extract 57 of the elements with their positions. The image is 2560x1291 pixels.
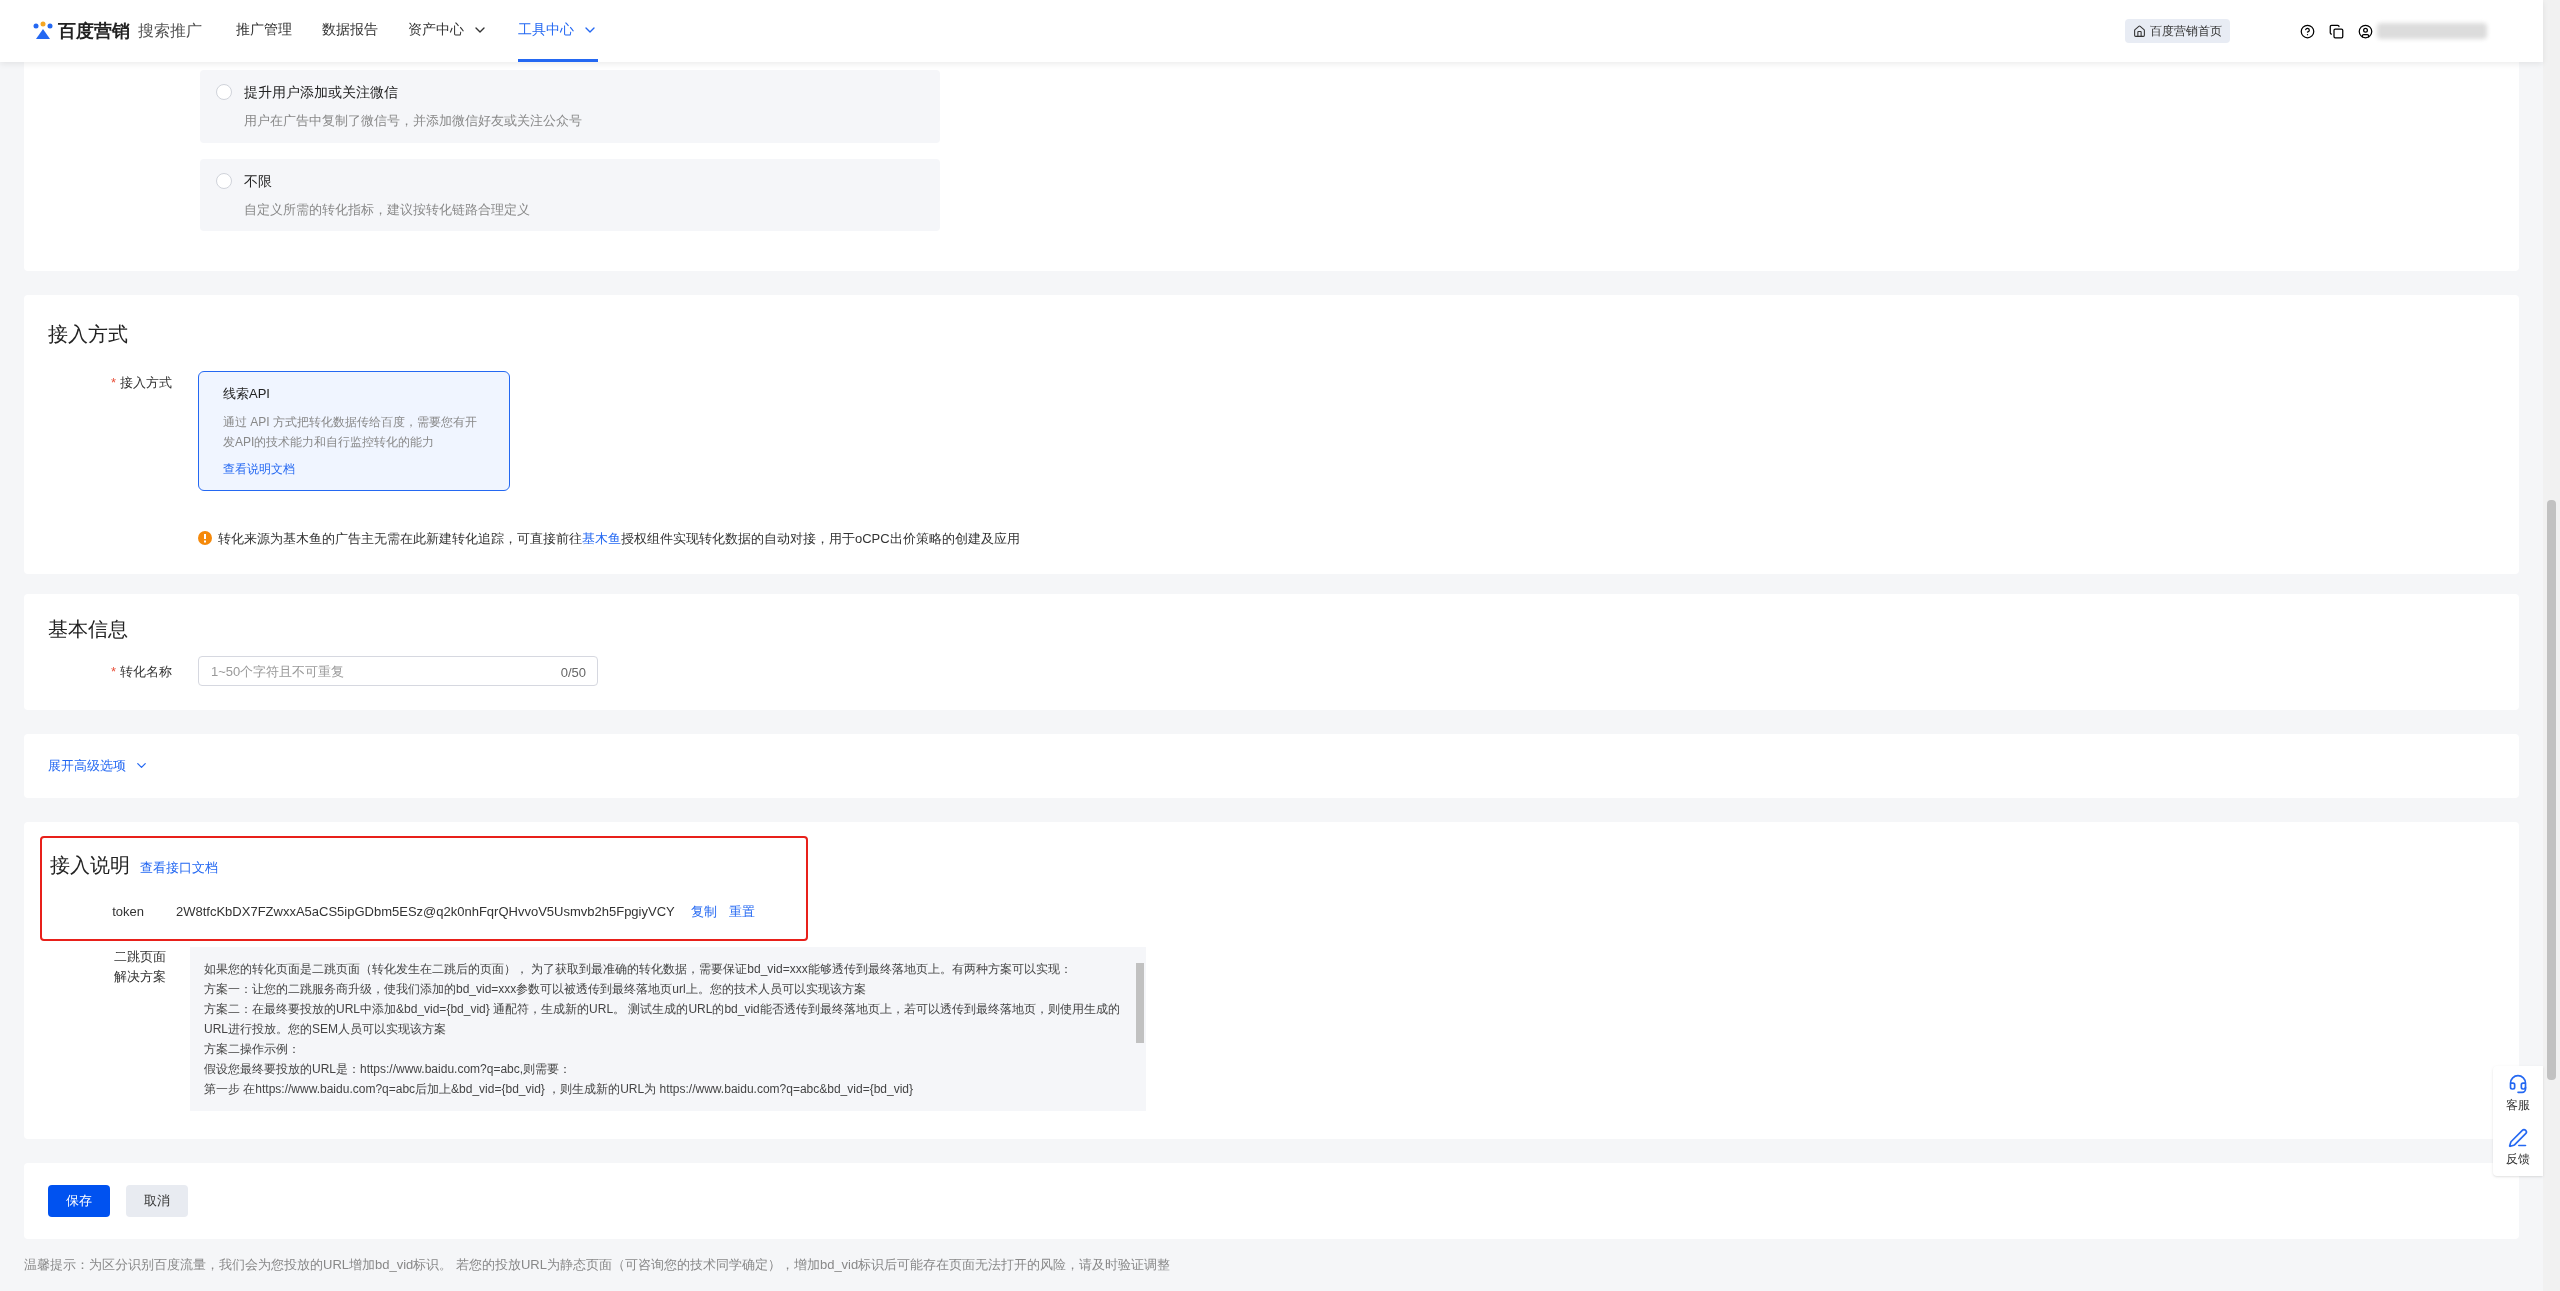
solution-text: 第一步 在https://www.baidu.com?q=abc后加上&bd_vid={bd_vid} ，则生成新的URL为 https://www.baidu.com?q=abc&bd_vid={bd_vid} xyxy=(204,1081,915,1098)
notice-text: 转化来源为基木鱼的广告主无需在此新建转化追踪，可直接前往基木鱼授权组件实现转化数据的自动对接，用于oCPC出价策略的创建及应用 xyxy=(218,529,1020,548)
brand-name: 百度营销 xyxy=(58,19,130,43)
save-button[interactable]: 保存 xyxy=(48,1185,110,1217)
nav-tab[interactable]: 推广管理 xyxy=(236,0,292,62)
field-label: 接入方式 xyxy=(120,374,172,392)
api-option-card[interactable]: 线索API 通过 API 方式把转化数据传给百度，需要您有开发API的技术能力和自行监控转化的能力 查看说明文档 xyxy=(198,371,510,491)
section-title: 接入说明 xyxy=(50,852,130,878)
solution-text: 如果您的转化页面是二跳页面（转化发生在二跳后的页面）， 为了获取到最准确的转化数据，需要保证bd_vid=xxx能够透传到最终落地页上。有两种方案可以实现： xyxy=(204,961,1073,978)
option-title: 不限 xyxy=(244,171,273,191)
docs-link[interactable]: 查看说明文档 xyxy=(223,459,485,478)
home-icon xyxy=(2133,24,2146,38)
product-name: 搜索推广 xyxy=(138,21,202,41)
radio-button[interactable] xyxy=(216,172,232,189)
section-title: 基本信息 xyxy=(48,617,129,642)
token-value: 2W8tfcKbDX7FZwxxA5aCS5ipGDbm5ESz@q2k0nhFqrQHvvoV5Usmvb2h5FpgiyVCY xyxy=(176,902,675,921)
option-description: 用户在广告中复制了微信号，并添加微信好友或关注公众号 xyxy=(244,112,582,130)
pen-icon xyxy=(2508,1128,2528,1148)
solution-text: 假设您最终要投放的URL是：https://www.baidu.com?q=abc,则需要： xyxy=(204,1061,573,1078)
api-docs-link[interactable]: 查看接口文档 xyxy=(140,858,218,878)
solution-text: 方案二操作示例： xyxy=(204,1041,301,1058)
expand-advanced-button[interactable]: 展开高级选项 xyxy=(48,756,149,776)
section-title: 接入方式 xyxy=(48,322,129,347)
solution-text: 方案一：让您的二跳服务商升级，使我们添加的bd_vid=xxx参数可以被透传到最终落地页url上。您的技术人员可以实现该方案 xyxy=(204,981,867,998)
headset-icon xyxy=(2508,1074,2528,1094)
goal-option[interactable]: 提升用户添加或关注微信 用户在广告中复制了微信号，并添加微信好友或关注公众号 xyxy=(200,70,940,143)
user-icon[interactable] xyxy=(2358,23,2373,39)
field-label: 二跳页面 xyxy=(114,948,166,966)
option-description: 通过 API 方式把转化数据传给百度，需要您有开发API的技术能力和自行监控转化的能力 xyxy=(223,413,478,451)
required-mark: * xyxy=(110,374,116,392)
float-button[interactable]: 反馈 xyxy=(2506,1128,2530,1168)
goal-option[interactable]: 不限 自定义所需的转化指标，建议按转化链路合理定义 xyxy=(200,158,940,231)
cancel-button[interactable]: 取消 xyxy=(126,1185,188,1217)
home-button[interactable]: 百度营销首页 xyxy=(2125,19,2230,43)
nav-tab[interactable]: 资产中心 xyxy=(408,0,488,62)
page-scrollbar[interactable] xyxy=(2543,0,2560,1291)
option-title: 提升用户添加或关注微信 xyxy=(244,83,399,102)
copy-icon[interactable] xyxy=(2329,23,2344,39)
option-description: 自定义所需的转化指标，建议按转化链路合理定义 xyxy=(244,200,530,219)
footer-note: 温馨提示：为区分识别百度流量，我们会为您投放的URL增加bd_vid标识。 若您的投放URL为静态页面（可咨询您的技术同学确定），增加bd_vid标识后可能存在页面无法打开的风险，请及时验证调整 xyxy=(24,1256,1172,1274)
jimuyu-link[interactable]: 基木鱼 xyxy=(582,530,621,546)
field-label: token xyxy=(112,902,144,921)
field-label: 转化名称 xyxy=(120,663,172,682)
option-title: 线索API xyxy=(223,385,271,403)
char-counter: 0/50 xyxy=(560,664,586,682)
solution-text-area[interactable] xyxy=(190,947,1146,1111)
reset-link[interactable]: 重置 xyxy=(728,901,755,921)
help-icon[interactable] xyxy=(2300,23,2315,39)
required-mark: * xyxy=(110,663,116,682)
radio-button[interactable] xyxy=(216,84,232,100)
float-button[interactable]: 客服 xyxy=(2506,1074,2530,1114)
copy-link[interactable]: 复制 xyxy=(690,901,717,921)
solution-text: 方案二：在最终要投放的URL中添加&bd_vid={bd_vid} 通配符，生成新的URL。 测试生成的URL的bd_vid能否透传到最终落地页上，若可以透传到最终落地页，则使用生成的URL进行投放。您的SEM人员可以实现该方案 xyxy=(204,1001,1120,1038)
logo-icon xyxy=(32,21,54,41)
nav-tab[interactable]: 数据报告 xyxy=(322,0,378,62)
warning-icon xyxy=(198,531,212,546)
field-label: 解决方案 xyxy=(114,968,166,986)
